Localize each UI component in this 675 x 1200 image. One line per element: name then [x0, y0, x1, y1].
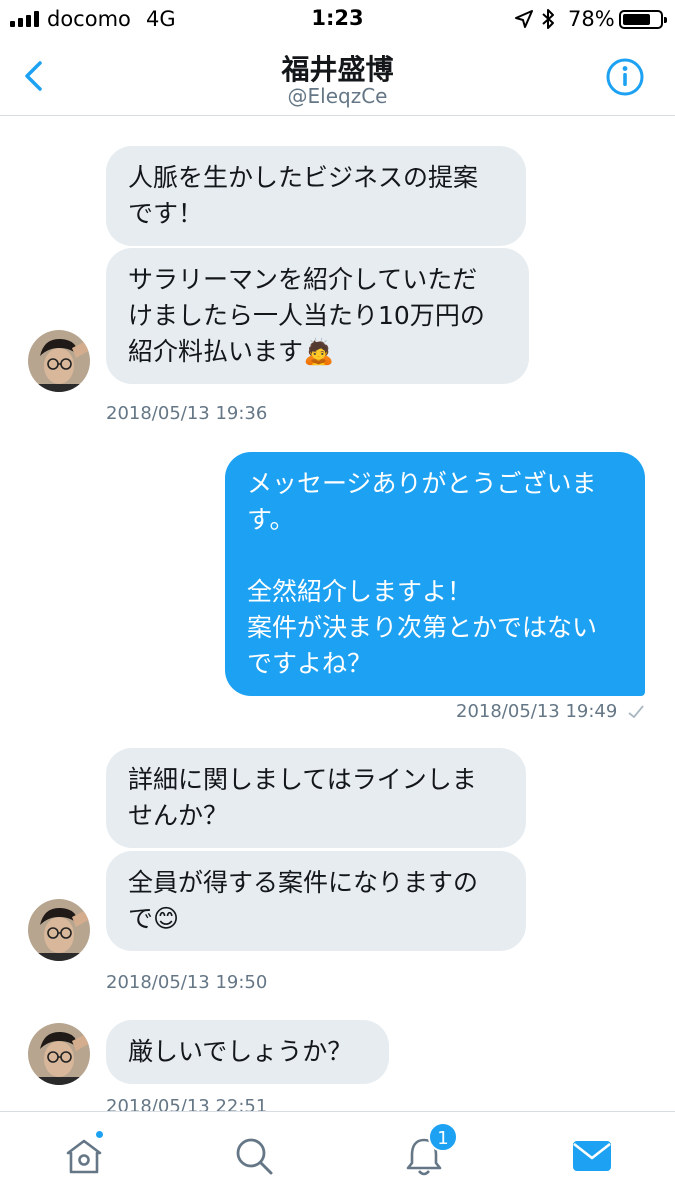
incoming-message[interactable]: 詳細に関しましてはラインしま せんか？ [106, 748, 526, 848]
location-arrow-icon [515, 10, 533, 28]
notification-dot [94, 1129, 105, 1140]
info-icon[interactable] [605, 57, 645, 97]
checkmark-icon [628, 705, 644, 719]
avatar[interactable] [28, 330, 90, 392]
status-bar: docomo 4G 1:23 78% [0, 0, 675, 38]
conversation-header: 福井盛博 @EleqzCe [0, 38, 675, 116]
outgoing-message[interactable]: メッセージありがとうございま す。 全然紹介しますよ！ 案件が決まり次第とかでは… [225, 452, 645, 696]
incoming-message[interactable]: サラリーマンを紹介していただ けましたら一人当たり10万円の 紹介料払います🙇 [106, 248, 529, 384]
mail-icon [573, 1141, 611, 1171]
tab-notifications[interactable]: 1 [380, 1112, 470, 1200]
battery-icon [619, 10, 667, 29]
message-thread: 人脈を生かしたビジネスの提案 です！ サラリーマンを紹介していただ けましたら一… [0, 117, 675, 1111]
tab-home[interactable] [40, 1112, 130, 1200]
message-timestamp: 2018/05/13 19:36 [106, 403, 268, 424]
avatar[interactable] [28, 899, 90, 961]
message-timestamp: 2018/05/13 22:51 [106, 1096, 268, 1111]
message-timestamp: 2018/05/13 19:49 [456, 701, 618, 722]
conversation-title: 福井盛博 [281, 53, 394, 86]
avatar-photo [28, 1023, 90, 1085]
notification-badge: 1 [428, 1122, 458, 1152]
bluetooth-icon [542, 9, 554, 29]
incoming-message[interactable]: 全員が得する案件になりますの で😊 [106, 851, 526, 951]
avatar-photo [28, 330, 90, 392]
avatar-photo [28, 899, 90, 961]
tab-bar: 1 [0, 1111, 675, 1200]
incoming-message[interactable]: 人脈を生かしたビジネスの提案 です！ [106, 146, 526, 246]
incoming-message[interactable]: 厳しいでしょうか？ [106, 1020, 389, 1084]
tab-messages[interactable] [550, 1112, 640, 1200]
search-icon [236, 1138, 273, 1175]
home-icon [66, 1139, 102, 1174]
conversation-handle: @EleqzCe [287, 84, 388, 108]
tab-search[interactable] [210, 1112, 300, 1200]
message-timestamp: 2018/05/13 19:50 [106, 972, 268, 993]
avatar[interactable] [28, 1023, 90, 1085]
battery-percent: 78% [568, 7, 615, 31]
